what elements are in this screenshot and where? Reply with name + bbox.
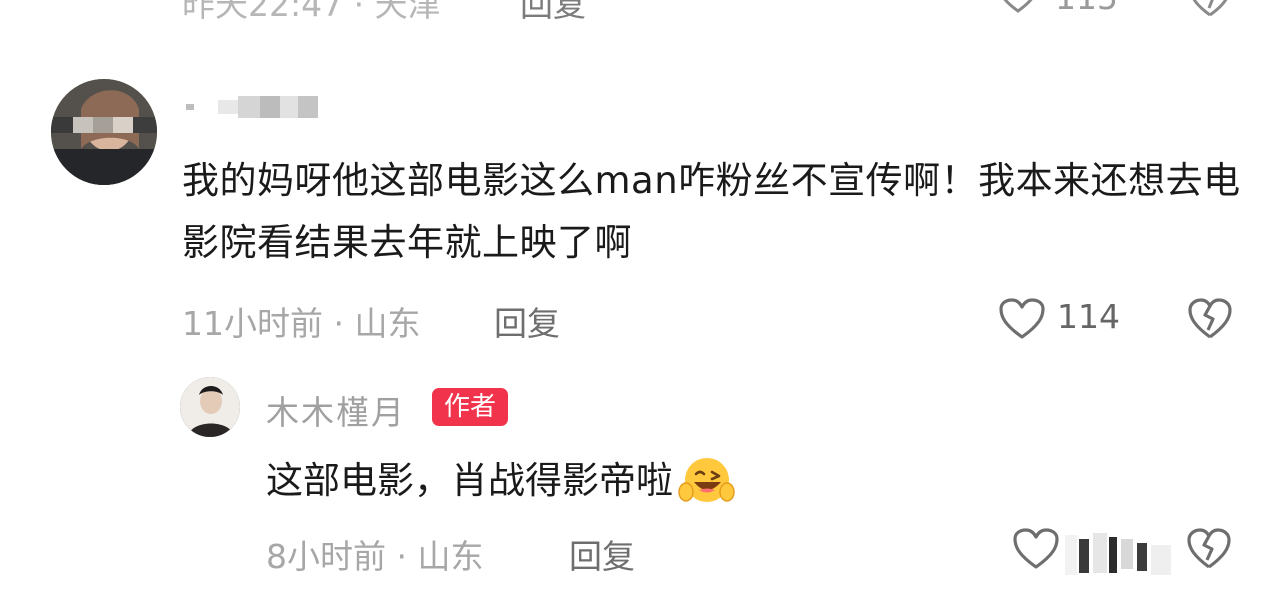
reply-button[interactable]: 回复 (569, 530, 635, 578)
watermark-overlay (1065, 529, 1175, 585)
author-badge: 作者 (432, 388, 509, 426)
broken-heart-icon[interactable] (1187, 297, 1233, 345)
comment-meta: 11小时前 · 山东 (182, 304, 421, 343)
previous-reply-button[interactable]: 回复 (520, 0, 586, 26)
like-count: 114 (1057, 297, 1120, 336)
grinning-wink-emoji (677, 452, 735, 510)
previous-comment-meta: 昨天22:47 · 天津 (182, 0, 441, 24)
reply-button[interactable]: 回复 (494, 297, 560, 345)
broken-heart-icon[interactable] (1188, 0, 1232, 22)
avatar[interactable] (51, 79, 157, 185)
blurred-username (186, 96, 318, 118)
heart-icon[interactable] (998, 297, 1046, 345)
reply-meta: 8小时前 · 山东 (266, 537, 484, 576)
reply-text-row: 这部电影，肖战得影帝啦 (266, 451, 735, 511)
heart-icon[interactable] (998, 0, 1038, 18)
heart-icon[interactable] (1012, 527, 1060, 575)
author-name[interactable]: 木木槿月 (266, 386, 406, 434)
broken-heart-icon[interactable] (1186, 527, 1232, 575)
comment-text: 我的妈呀他这部电影这么man咋粉丝不宣传啊！我本来还想去电影院看结果去年就上映了… (182, 159, 1241, 264)
avatar[interactable] (180, 377, 240, 437)
reply-text: 这部电影，肖战得影帝啦 (266, 459, 673, 502)
previous-like-count: 115 (1055, 0, 1118, 17)
